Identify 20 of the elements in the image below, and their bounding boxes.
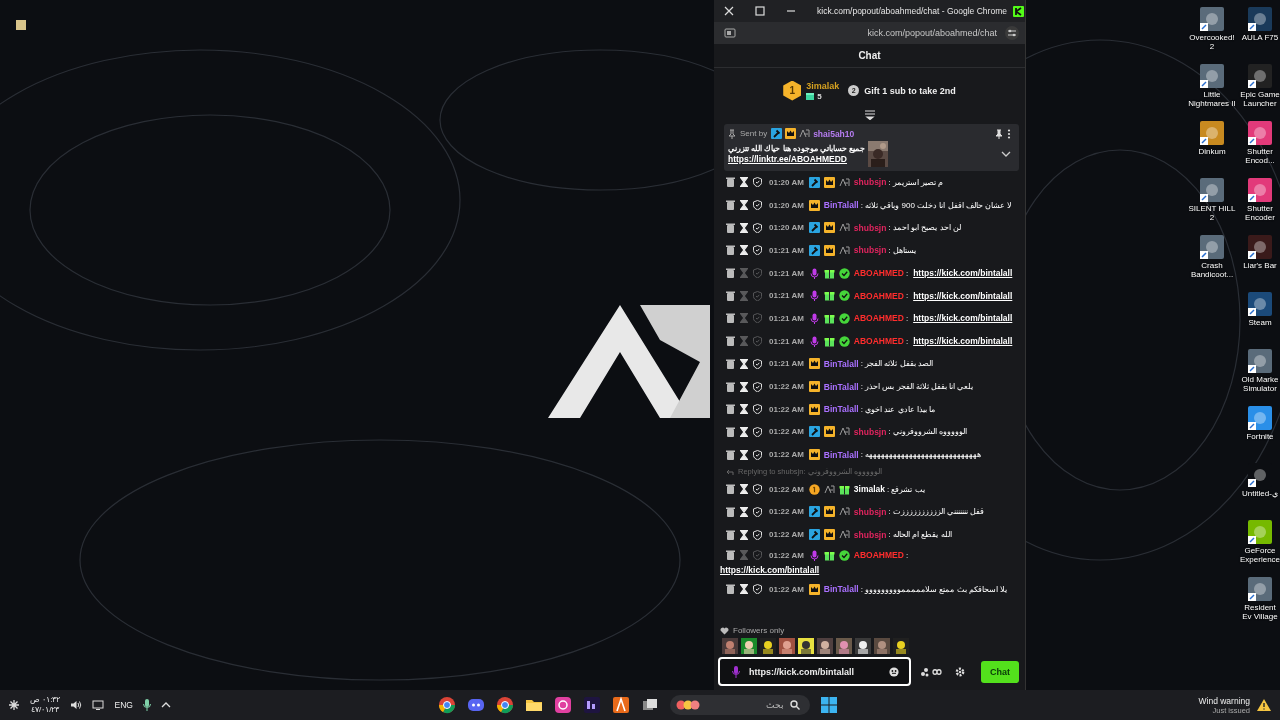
clock-time[interactable]: ٠١:٣٢ ص	[30, 695, 61, 705]
emoji-icon	[676, 700, 702, 710]
microphone-icon[interactable]	[142, 699, 151, 711]
search-field[interactable]: بحث	[670, 695, 810, 715]
chrome-icon[interactable]	[496, 696, 514, 714]
search-icon	[790, 700, 800, 710]
camera-app-icon[interactable]	[554, 696, 572, 714]
triangle-app-icon[interactable]	[612, 696, 630, 714]
discord-icon[interactable]	[467, 696, 485, 714]
display-icon[interactable]	[92, 700, 105, 710]
premiere-icon[interactable]	[583, 696, 601, 714]
volume-icon[interactable]	[70, 700, 83, 710]
weather-title[interactable]: Wind warning	[1198, 695, 1250, 706]
chrome-icon[interactable]	[438, 696, 456, 714]
warning-icon[interactable]	[1256, 698, 1272, 712]
windows-start-icon[interactable]	[821, 697, 837, 713]
language-indicator[interactable]: ENG	[114, 700, 133, 710]
weather-icon[interactable]	[8, 699, 20, 711]
clock-date[interactable]: ٤٧/٠١/٢٣	[31, 705, 60, 715]
chevron-up-icon[interactable]	[160, 702, 171, 708]
